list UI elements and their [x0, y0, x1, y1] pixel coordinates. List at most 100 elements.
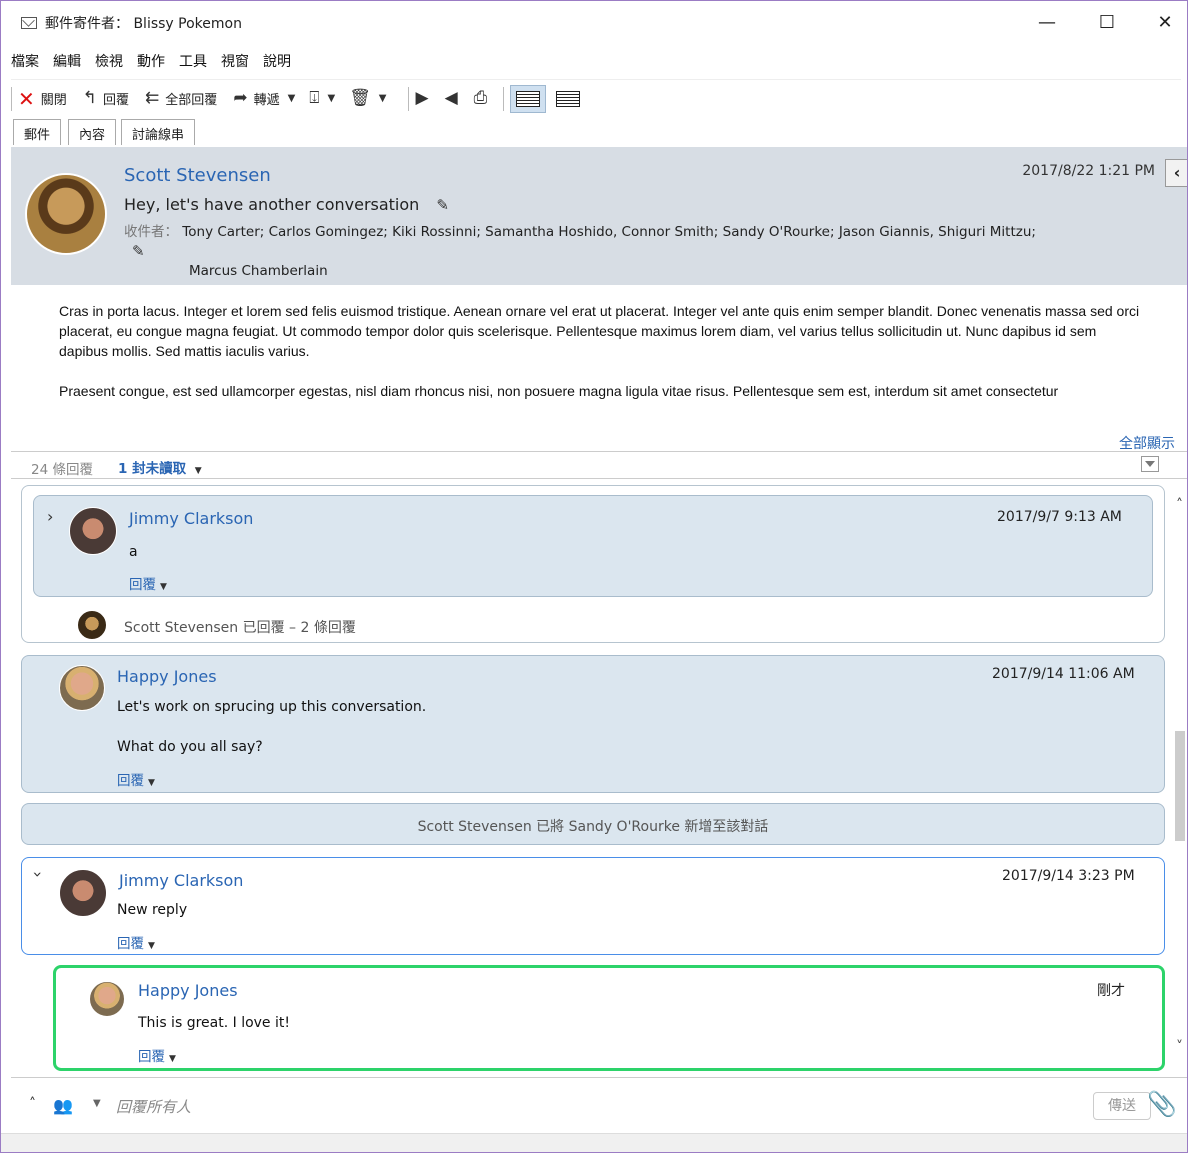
tab-thread[interactable]: 討論線串 — [121, 119, 196, 145]
minimize-button[interactable]: — — [1027, 9, 1067, 37]
subject-line: Hey, let's have another conversation ✎ — [124, 195, 449, 214]
next-message-button[interactable]: ▶ — [415, 90, 428, 107]
tab-strip: 郵件 內容 討論線串 — [13, 119, 196, 145]
message-date: 2017/9/14 11:06 AM — [992, 666, 1135, 682]
scroll-up-icon[interactable]: ˄ — [1176, 497, 1183, 513]
menu-window[interactable]: 視窗 — [221, 51, 249, 73]
show-all-link[interactable]: 全部顯示 — [1119, 433, 1175, 453]
avatar — [59, 665, 105, 711]
reply-link[interactable]: 回覆 ▼ — [138, 1045, 176, 1065]
reply-all-input[interactable]: 回覆所有人 — [116, 1096, 191, 1117]
expand-up-icon[interactable]: ˄ — [29, 1096, 36, 1112]
message-sender[interactable]: Jimmy Clarkson — [129, 509, 253, 528]
menu-file[interactable]: 檔案 — [11, 51, 39, 73]
recipients-list-cont[interactable]: Marcus Chamberlain — [189, 263, 328, 279]
avatar — [69, 507, 117, 555]
message-sender[interactable]: Jimmy Clarkson — [119, 871, 243, 890]
chevron-down-icon: ▼ — [148, 778, 155, 788]
reply-button[interactable]: ↰ 回覆 — [82, 88, 130, 109]
reply-all-icon: ⇇ — [145, 88, 160, 108]
menu-actions[interactable]: 動作 — [137, 51, 165, 73]
chevron-down-icon: ▼ — [169, 1054, 176, 1064]
forward-button[interactable]: ➦ 轉遞 — [233, 89, 280, 109]
reply-label: 回覆 — [117, 773, 144, 789]
message-body: Cras in porta lacus. Integer et lorem se… — [59, 301, 1149, 421]
move-dropdown[interactable]: ▼ — [327, 93, 335, 104]
message-date: 2017/9/7 9:13 AM — [997, 509, 1122, 525]
system-notice-text: Scott Stevensen 已將 Sandy O'Rourke 新增至該對話 — [417, 819, 769, 835]
reply-count: 24 條回覆 — [31, 462, 93, 478]
unread-filter[interactable]: 1 封未讀取 ▼ — [118, 457, 202, 477]
print-button[interactable]: ⎙ — [474, 90, 488, 107]
filter-dropdown-button[interactable] — [1141, 456, 1159, 472]
paperclip-icon[interactable]: 📎 — [1147, 1090, 1177, 1118]
message-text: This is great. I love it! — [138, 1015, 290, 1031]
message-sender[interactable]: Happy Jones — [117, 667, 217, 686]
menu-bar: 檔案 編輯 檢視 動作 工具 視窗 說明 — [11, 51, 291, 73]
reply-link[interactable]: 回覆 ▼ — [117, 769, 155, 789]
previous-icon: ◀ — [444, 88, 458, 108]
forward-label: 轉遞 — [253, 93, 280, 108]
people-icon[interactable]: 👥 — [53, 1096, 73, 1115]
quick-reply-bar: ˄ 👥 ▼ 回覆所有人 傳送 📎 — [11, 1077, 1187, 1133]
delete-dropdown[interactable]: ▼ — [379, 93, 387, 104]
send-button[interactable]: 傳送 — [1093, 1092, 1151, 1120]
chevron-down-icon[interactable]: › — [29, 871, 48, 877]
avatar — [89, 981, 125, 1017]
print-icon: ⎙ — [473, 88, 488, 108]
maximize-button[interactable]: ☐ — [1087, 9, 1127, 37]
pencil-icon[interactable]: ✎ — [132, 242, 145, 261]
message-sender[interactable]: Happy Jones — [138, 981, 238, 1000]
chevron-down-icon[interactable]: ▼ — [93, 1098, 101, 1109]
message-window: 郵件寄件者： Blissy Pokemon — ☐ ✕ 檔案 編輯 檢視 動作 … — [0, 0, 1188, 1153]
move-button[interactable]: ⍗ — [309, 90, 319, 107]
collapse-pane-button[interactable]: ‹ — [1165, 159, 1187, 187]
toolbar: ✕ 關閉 ↰ 回覆 ⇇ 全部回覆 ➦ 轉遞 ▼ ⍗ ▼ 🗑 ▼ ▶ ◀ ⎙ — [11, 79, 1181, 117]
message-text: New reply — [117, 902, 188, 918]
avatar — [59, 869, 107, 917]
view-plain-button[interactable] — [550, 85, 586, 113]
scroll-down-icon[interactable]: ˅ — [1176, 1039, 1183, 1055]
toolbar-grip — [11, 86, 12, 111]
reply-label: 回覆 — [103, 93, 130, 108]
close-message-button[interactable]: ✕ 關閉 — [18, 89, 67, 109]
tab-content[interactable]: 內容 — [68, 119, 117, 145]
menu-tools[interactable]: 工具 — [179, 51, 207, 73]
menu-help[interactable]: 說明 — [263, 51, 291, 73]
recipients-list[interactable]: Tony Carter; Carlos Gomingez; Kiki Rossi… — [182, 224, 1036, 240]
subject-text: Hey, let's have another conversation — [124, 195, 420, 214]
toolbar-separator — [503, 86, 505, 111]
to-label: 收件者： — [124, 224, 178, 240]
close-window-button[interactable]: ✕ — [1145, 9, 1185, 37]
message-date: 2017/9/14 3:23 PM — [1002, 868, 1135, 884]
tab-message[interactable]: 郵件 — [13, 119, 62, 145]
close-icon: ✕ — [18, 86, 35, 111]
reply-icon: ↰ — [82, 88, 98, 108]
chevron-down-icon: ▼ — [194, 466, 202, 476]
menu-edit[interactable]: 編輯 — [53, 51, 81, 73]
reply-summary[interactable]: Scott Stevensen 已回覆 – 2 條回覆 — [124, 617, 356, 637]
reply-all-button[interactable]: ⇇ 全部回覆 — [145, 88, 217, 109]
reply-label: 回覆 — [117, 936, 144, 952]
recipients-line: 收件者： Tony Carter; Carlos Gomingez; Kiki … — [124, 223, 1054, 281]
chevron-right-icon[interactable]: › — [47, 507, 53, 526]
sender-name[interactable]: Scott Stevensen — [124, 165, 271, 186]
delete-button[interactable]: 🗑 — [349, 90, 371, 107]
reply-link[interactable]: 回覆 ▼ — [129, 573, 167, 593]
view-text-icon — [556, 90, 581, 107]
envelope-icon — [21, 17, 37, 29]
message-text: What do you all say? — [117, 739, 263, 755]
menu-view[interactable]: 檢視 — [95, 51, 123, 73]
reply-label: 回覆 — [138, 1049, 165, 1065]
forward-dropdown[interactable]: ▼ — [288, 93, 296, 104]
view-conversation-button[interactable] — [510, 84, 547, 113]
reply-link[interactable]: 回覆 ▼ — [117, 932, 155, 952]
avatar — [77, 610, 107, 640]
pencil-icon[interactable]: ✎ — [436, 196, 449, 214]
chevron-down-icon: ▼ — [160, 582, 167, 592]
message-date: 剛才 — [1097, 983, 1125, 999]
scrollbar-thumb[interactable] — [1175, 731, 1185, 841]
chevron-left-icon: ‹ — [1173, 163, 1181, 182]
previous-message-button[interactable]: ◀ — [445, 90, 458, 107]
trash-icon: 🗑 — [349, 88, 371, 108]
